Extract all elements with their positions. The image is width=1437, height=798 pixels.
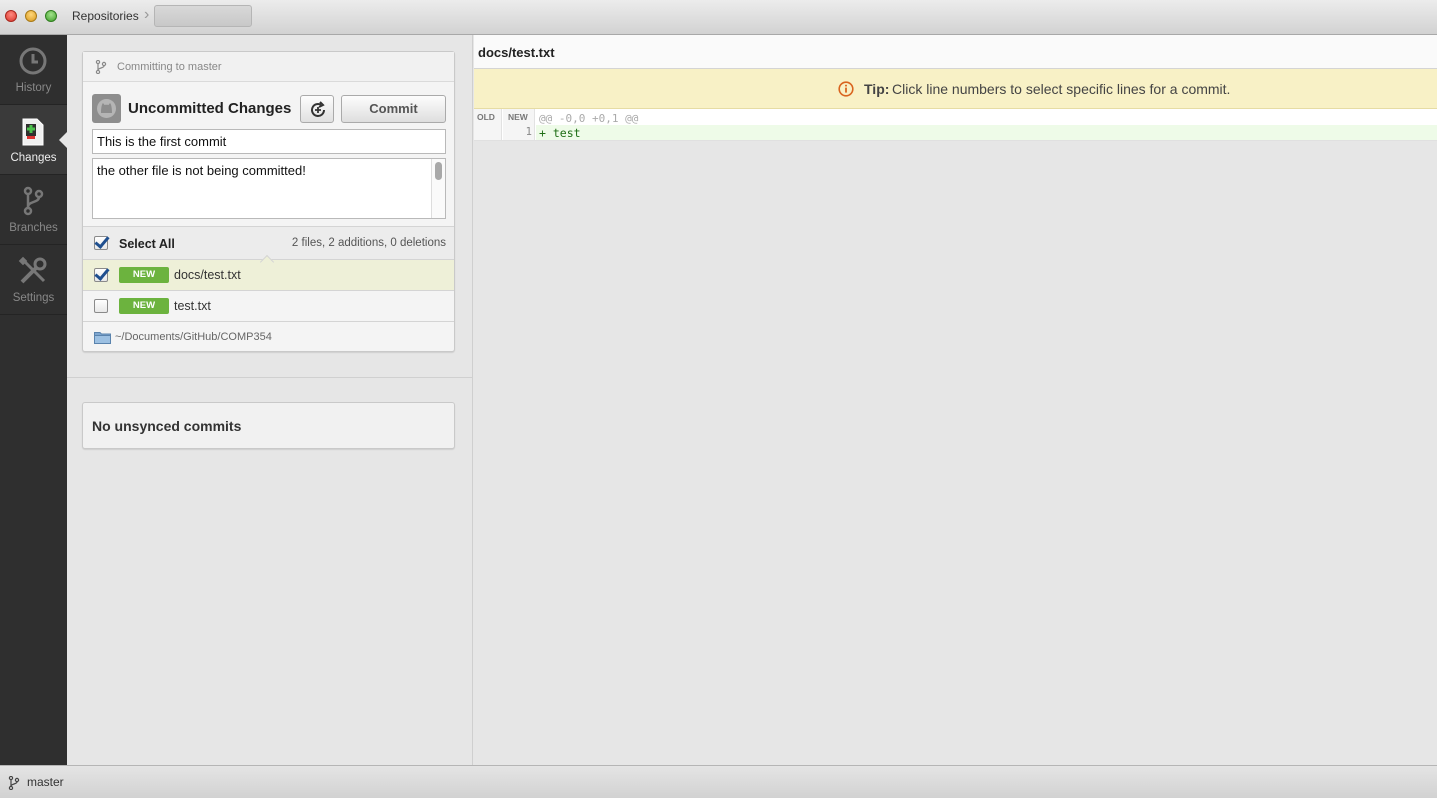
settings-icon bbox=[18, 256, 47, 284]
nav-item-history[interactable]: History bbox=[0, 35, 67, 105]
repo-path-row[interactable]: ~/Documents/GitHub/COMP354 bbox=[83, 322, 454, 352]
zoom-window-button[interactable] bbox=[45, 10, 57, 22]
breadcrumb-separator-icon: › bbox=[144, 6, 150, 23]
select-all-row: Select All 2 files, 2 additions, 0 delet… bbox=[83, 226, 454, 260]
new-badge: NEW bbox=[119, 298, 169, 314]
changes-panel: Committing to master Uncommitted Changes… bbox=[67, 35, 473, 765]
tip-text: Click line numbers to select specific li… bbox=[892, 81, 1231, 97]
nav-label-settings: Settings bbox=[12, 292, 55, 304]
current-branch[interactable]: master bbox=[27, 775, 64, 789]
branches-icon bbox=[23, 186, 44, 216]
change-stats: 2 files, 2 additions, 0 deletions bbox=[291, 237, 446, 249]
diff-line-text: + test bbox=[539, 126, 581, 140]
repo-path: ~/Documents/GitHub/COMP354 bbox=[115, 331, 272, 343]
tip-banner: Tip: Click line numbers to select specif… bbox=[474, 69, 1437, 109]
file-name: test.txt bbox=[174, 299, 211, 313]
nav-active-pointer bbox=[59, 132, 67, 148]
description-scrollbar[interactable] bbox=[431, 159, 445, 218]
history-icon bbox=[19, 47, 47, 75]
description-scrollbar-thumb[interactable] bbox=[435, 162, 442, 180]
commit-button[interactable]: Commit bbox=[341, 95, 446, 123]
branch-icon bbox=[8, 776, 20, 790]
commit-card: Committing to master Uncommitted Changes… bbox=[82, 51, 455, 352]
nav-item-changes[interactable]: Changes bbox=[0, 105, 67, 175]
folder-icon bbox=[94, 332, 111, 344]
committing-to-text: Committing to master bbox=[117, 61, 222, 73]
info-icon bbox=[838, 81, 854, 97]
commit-description-textarea[interactable]: the other file is not being committed! bbox=[92, 158, 446, 219]
diff-header: docs/test.txt bbox=[474, 35, 1437, 69]
commit-summary-input[interactable]: This is the first commit bbox=[92, 129, 446, 154]
diff-file-title: docs/test.txt bbox=[478, 45, 555, 60]
changes-icon bbox=[22, 118, 44, 146]
left-nav: History Changes Branches Settings bbox=[0, 35, 67, 765]
file-name: docs/test.txt bbox=[174, 268, 241, 282]
old-line-number[interactable] bbox=[474, 126, 502, 140]
nav-label-branches: Branches bbox=[9, 222, 58, 234]
breadcrumb-repositories[interactable]: Repositories bbox=[72, 9, 139, 23]
nav-item-settings[interactable]: Settings bbox=[0, 245, 67, 315]
breadcrumb-repository-selector[interactable] bbox=[154, 5, 252, 27]
nav-label-history: History bbox=[15, 82, 52, 94]
sync-icon bbox=[311, 101, 325, 117]
old-column-header: OLD bbox=[477, 112, 495, 122]
unsynced-commits-card: No unsynced commits bbox=[82, 402, 455, 449]
tip-label: Tip: bbox=[864, 81, 890, 97]
file-checkbox[interactable] bbox=[94, 299, 108, 313]
octocat-icon bbox=[97, 99, 116, 118]
title-bar: Repositories › bbox=[0, 0, 1437, 35]
diff-view: OLD NEW @@ -0,0 +0,1 @@ 1 + test bbox=[474, 109, 1437, 141]
branch-icon bbox=[95, 60, 107, 74]
new-badge: NEW bbox=[119, 267, 169, 283]
file-checkbox[interactable] bbox=[94, 268, 108, 282]
new-line-number[interactable]: 1 bbox=[503, 126, 532, 138]
close-window-button[interactable] bbox=[5, 10, 17, 22]
sync-button[interactable] bbox=[300, 95, 334, 123]
uncommitted-changes-title: Uncommitted Changes bbox=[128, 100, 292, 117]
committing-branch-row: Committing to master bbox=[83, 52, 454, 82]
select-all-checkbox[interactable] bbox=[94, 236, 108, 250]
nav-label-changes: Changes bbox=[10, 152, 57, 164]
diff-added-line bbox=[536, 125, 1437, 140]
status-bar: master bbox=[0, 765, 1437, 798]
commit-description-text: the other file is not being committed! bbox=[97, 163, 306, 178]
panel-divider bbox=[67, 377, 472, 378]
hunk-header: @@ -0,0 +0,1 @@ bbox=[539, 112, 639, 125]
select-all-label[interactable]: Select All bbox=[119, 237, 175, 251]
nav-item-branches[interactable]: Branches bbox=[0, 175, 67, 245]
new-column-header: NEW bbox=[508, 112, 528, 122]
avatar bbox=[92, 94, 121, 123]
diff-empty-area bbox=[474, 141, 1437, 765]
file-row[interactable]: NEW test.txt bbox=[83, 291, 454, 322]
minimize-window-button[interactable] bbox=[25, 10, 37, 22]
unsynced-commits-text: No unsynced commits bbox=[92, 418, 242, 434]
